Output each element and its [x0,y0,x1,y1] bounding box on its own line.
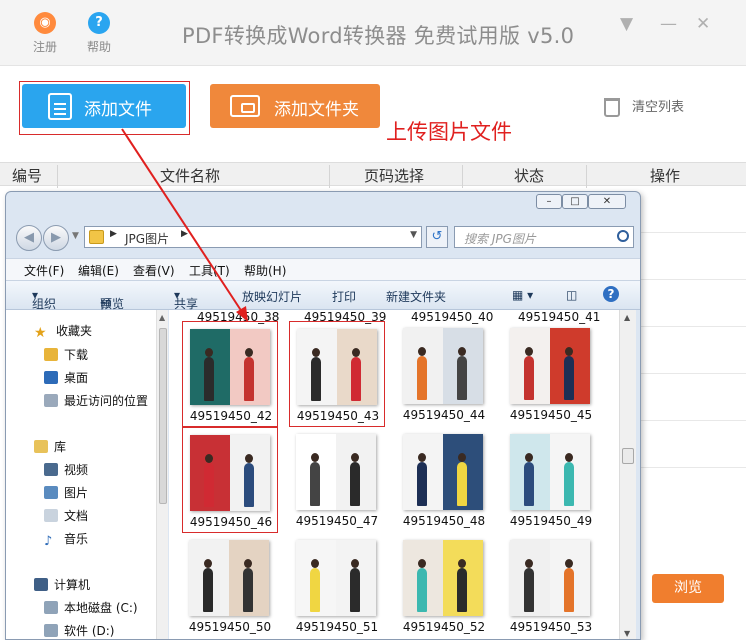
app-window: ◉ 注册 ? 帮助 PDF转换成Word转换器 免费试用版 v5.0 ▼ — ✕… [0,0,746,640]
annotation-arrow [121,128,248,322]
